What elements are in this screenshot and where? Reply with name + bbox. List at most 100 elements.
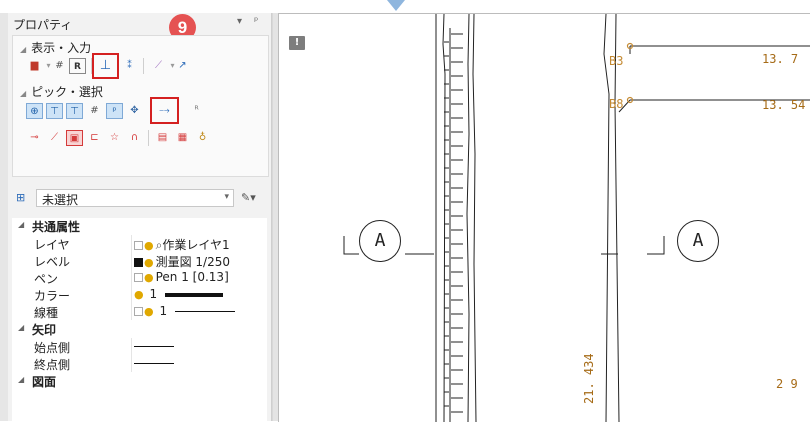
checkbox-icon	[134, 307, 143, 316]
square-pick-icon[interactable]: ▣	[66, 130, 83, 146]
point-label-b8[interactable]: B8	[609, 97, 623, 111]
property-key: カラー	[34, 289, 71, 303]
chevron-down-icon: ▾	[224, 192, 229, 202]
column-divider	[131, 286, 132, 303]
column-divider	[131, 338, 132, 355]
property-value-level[interactable]: ● 測量図 1/250	[134, 253, 230, 270]
property-key: 線種	[34, 306, 59, 320]
property-tool-icon[interactable]: ✎▾	[241, 191, 256, 204]
dropper-icon[interactable]: ↗	[174, 58, 191, 74]
property-row-start-arrow[interactable]: 始点側	[12, 338, 267, 355]
highlight-box-pen-vertical	[92, 53, 119, 79]
line-pick-icon[interactable]: ⊸	[26, 130, 43, 146]
drawing-lines	[343, 14, 810, 422]
collapse-arrow-icon: ◢	[18, 323, 25, 332]
section-label-left[interactable]: A	[359, 220, 401, 262]
bulb-icon: ●	[144, 305, 154, 318]
group-display-input[interactable]: ◢ 表示・入力	[20, 39, 91, 56]
group-pick-select[interactable]: ◢ ピック・選択	[20, 83, 103, 100]
column-divider	[131, 252, 132, 269]
bulb-icon: ●	[134, 288, 144, 301]
property-row-level[interactable]: レベル ● 測量図 1/250	[12, 252, 267, 269]
color-bar-swatch	[165, 292, 224, 297]
property-row-linetype[interactable]: 線種 ● 1	[12, 303, 267, 320]
pick-crosshair-icon[interactable]: ⊕	[26, 103, 43, 119]
column-divider	[131, 235, 132, 252]
property-value-text: Pen 1 [0.13]	[155, 270, 229, 284]
property-row-layer[interactable]: レイヤ ● ⌕作業レイヤ1	[12, 235, 267, 252]
r-icon[interactable]: R	[69, 58, 86, 74]
column-divider	[131, 269, 132, 286]
property-value-text: 1	[149, 287, 158, 301]
select-grid-icon[interactable]: ⊞	[16, 191, 25, 204]
panel-menu-chevron-icon[interactable]: ▾	[237, 16, 242, 27]
category-common[interactable]: ◢ 共通属性	[12, 218, 267, 235]
bracket-pick-icon[interactable]: ⊏	[86, 130, 103, 146]
snap-icon[interactable]: ⁑	[121, 58, 138, 74]
properties-panel: プロパティ ▾ ᵖ 9 ◢ 表示・入力 ▆ ▾ # R ⊥ ⁑ ⟋ ▾ ↗ ◢ ピッ…	[8, 13, 272, 421]
grid-icon[interactable]: #	[51, 58, 68, 74]
selection-dropdown[interactable]: 未選択 ▾	[36, 189, 234, 207]
drawing-canvas[interactable]: ! A A B3 B8 13. 7 13. 54 2 9 21. 434	[278, 13, 810, 422]
property-value-pen[interactable]: ● Pen 1 [0.13]	[134, 270, 229, 284]
dimension-vertical[interactable]: 21. 434	[582, 353, 596, 404]
column-divider	[131, 303, 132, 320]
dimension-right[interactable]: 2 9	[776, 377, 798, 391]
selection-filter-bar: ⊞ 未選択 ▾ ✎▾	[12, 187, 267, 211]
section-label-right[interactable]: A	[677, 220, 719, 262]
bulb-icon: ●	[144, 256, 154, 269]
pen-pick-icon[interactable]: ⟋	[46, 130, 63, 146]
pick-p3-icon[interactable]: ᵖ	[106, 103, 123, 119]
shape-pick-icon[interactable]: ☆	[106, 130, 123, 146]
curve-pick-icon[interactable]: ∩	[126, 130, 143, 146]
property-value-text: 測量図 1/250	[155, 255, 231, 269]
pick-p2-icon[interactable]: ⊤	[66, 103, 83, 119]
property-key: 終点側	[34, 358, 71, 372]
panel-pin-icon[interactable]: ᵖ	[254, 16, 258, 27]
left-edge-bar	[0, 13, 8, 421]
property-value-layer[interactable]: ● ⌕作業レイヤ1	[134, 236, 230, 253]
panel-titlebar: プロパティ ▾ ᵖ	[8, 13, 271, 35]
property-key: ペン	[34, 272, 59, 286]
collapse-arrow-icon: ◢	[18, 220, 25, 229]
property-key: レベル	[34, 255, 71, 269]
property-grid: ◢ 共通属性 レイヤ ● ⌕作業レイヤ1 レベル ● 測量図 1/250 ペン ● P…	[12, 218, 267, 421]
dimension-second[interactable]: 13. 54	[762, 98, 805, 112]
select-box-icon[interactable]: ▤	[154, 130, 171, 146]
checkbox-icon	[134, 241, 143, 250]
property-key: 始点側	[34, 341, 71, 355]
pick-p1-icon[interactable]: ⊤	[46, 103, 63, 119]
toolbar-separator	[148, 130, 149, 146]
group-display-input-label: 表示・入力	[31, 41, 92, 55]
category-drawing-label: 図面	[32, 375, 57, 389]
point-label-b3[interactable]: B3	[609, 54, 623, 68]
category-arrow[interactable]: ◢ 矢印	[12, 321, 267, 338]
pick-rp-icon[interactable]: ᴿ	[188, 103, 205, 119]
property-value-start-arrow[interactable]	[134, 339, 174, 353]
panel-title: プロパティ	[13, 18, 73, 32]
ribbon-toolbar: ◢ 表示・入力 ▆ ▾ # R ⊥ ⁑ ⟋ ▾ ↗ ◢ ピック・選択 ⊕ ⊤ ⊤ #…	[12, 35, 269, 177]
category-drawing[interactable]: ◢ 図面	[12, 373, 267, 390]
column-divider	[131, 355, 132, 372]
selection-value: 未選択	[42, 193, 79, 207]
collapse-arrow-icon: ◢	[20, 45, 27, 54]
pick-grid-icon[interactable]: #	[86, 103, 103, 119]
property-value-linetype[interactable]: ● 1	[134, 304, 236, 318]
property-value-color[interactable]: ● 1	[134, 287, 224, 301]
drop-caret-icon	[387, 0, 405, 11]
category-common-label: 共通属性	[32, 220, 81, 234]
property-row-pen[interactable]: ペン ● Pen 1 [0.13]	[12, 269, 267, 286]
bulb-icon: ●	[144, 271, 154, 284]
bag-icon[interactable]: ♁	[194, 130, 211, 146]
pick-arrows-icon[interactable]: ✥	[126, 103, 143, 119]
select-image-icon[interactable]: ▦	[174, 130, 191, 146]
collapse-arrow-icon: ◢	[18, 375, 25, 384]
property-value-end-arrow[interactable]	[134, 356, 174, 370]
property-row-color[interactable]: カラー ● 1	[12, 286, 267, 303]
linetype-sample	[175, 311, 236, 312]
toolbar-separator	[143, 58, 144, 74]
category-arrow-label: 矢印	[32, 323, 57, 337]
dimension-top[interactable]: 13. 7	[762, 52, 798, 66]
property-key: レイヤ	[34, 238, 70, 252]
property-row-end-arrow[interactable]: 終点側	[12, 355, 267, 372]
